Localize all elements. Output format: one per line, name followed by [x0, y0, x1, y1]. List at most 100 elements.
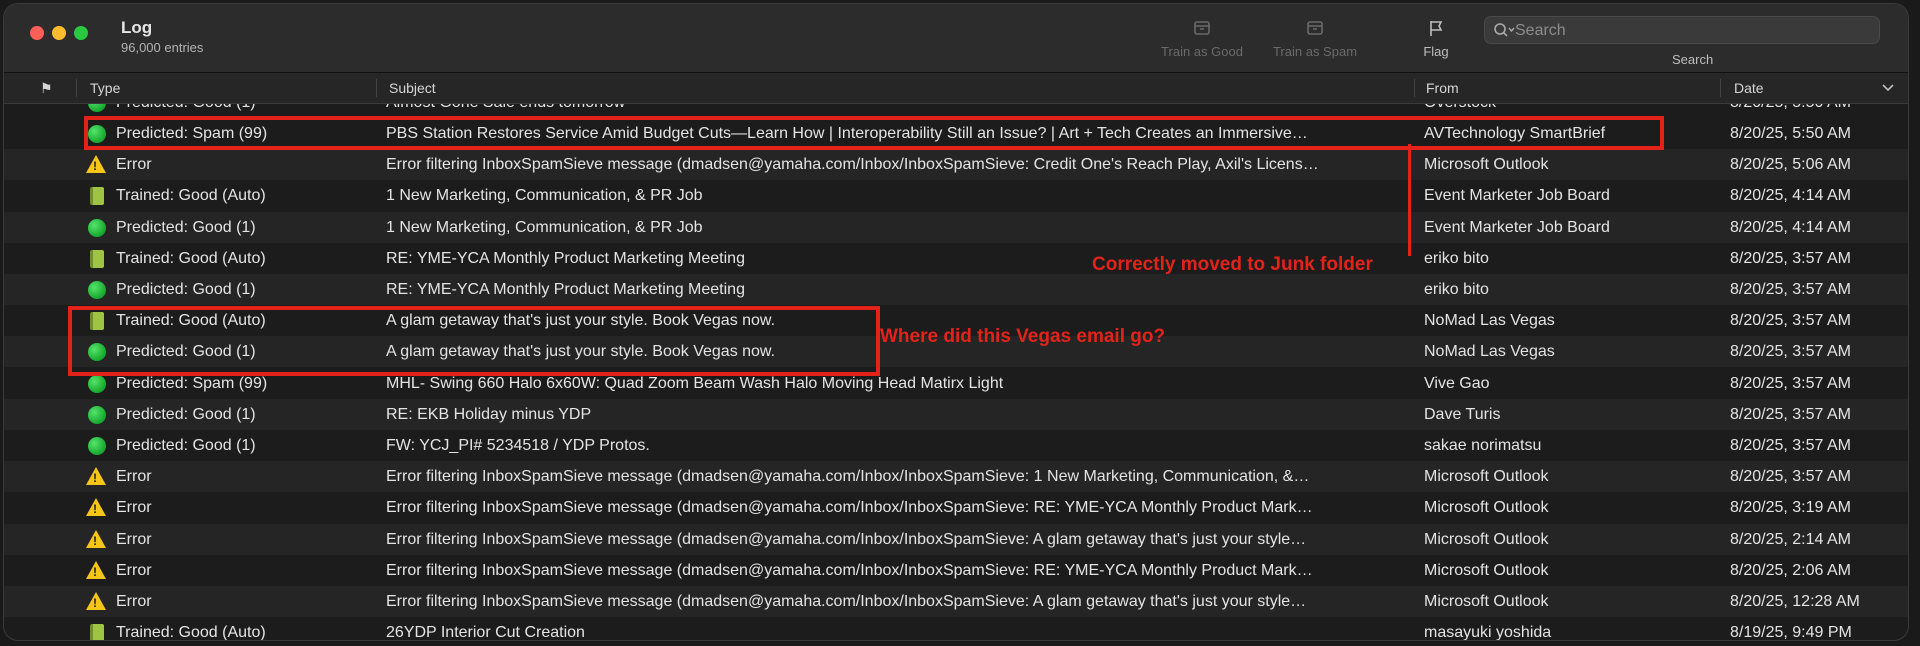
type-cell: Trained: Good (Auto): [116, 312, 266, 330]
column-divider[interactable]: [1414, 79, 1415, 97]
table-row[interactable]: Predicted: Good (1) 1 New Marketing, Comm…: [4, 211, 1908, 243]
type-cell: Error: [116, 156, 152, 174]
type-cell: Error: [116, 593, 152, 610]
subject-cell: Error filtering InboxSpamSieve message (…: [386, 468, 1310, 486]
type-cell: Error: [116, 468, 152, 486]
subject-cell: RE: YME-YCA Monthly Product Marketing Me…: [386, 281, 745, 298]
subject-cell: FW: YCJ_PI# 5234518 / YDP Protos.: [386, 437, 650, 454]
type-cell: Predicted: Good (1): [116, 405, 256, 423]
toolbar: Log 96,000 entries Train as Good Train a…: [4, 4, 1908, 73]
date-cell: 8/20/25, 2:06 AM: [1730, 561, 1851, 579]
from-cell: sakae norimatsu: [1424, 437, 1542, 454]
warning-icon: [86, 155, 106, 174]
train-good-button[interactable]: Train as Good: [1152, 18, 1252, 59]
subject-column-header[interactable]: Subject: [389, 73, 436, 103]
date-cell: 8/20/25, 5:50 AM: [1730, 104, 1900, 118]
column-divider[interactable]: [76, 79, 77, 97]
from-cell: Microsoft Outlook: [1424, 593, 1549, 610]
table-row[interactable]: Predicted: Good (1) RE: EKB Holiday minus…: [4, 398, 1908, 430]
subject-cell: RE: EKB Holiday minus YDP: [386, 405, 592, 423]
warning-icon: [86, 467, 106, 486]
close-button[interactable]: [30, 26, 44, 40]
log-table: Predicted: Good (1) Almost Gone Sale end…: [4, 104, 1908, 640]
date-column-header[interactable]: Date: [1734, 73, 1764, 103]
warning-icon: [86, 498, 106, 517]
train-spam-label: Train as Spam: [1272, 44, 1358, 59]
table-row[interactable]: Predicted: Good (1) RE: YME-YCA Monthly P…: [4, 274, 1908, 305]
date-cell: 8/20/25, 3:57 AM: [1730, 374, 1851, 392]
date-cell: 8/20/25, 4:14 AM: [1730, 218, 1851, 236]
type-cell: Trained: Good (Auto): [116, 624, 266, 640]
good-icon: [88, 104, 106, 112]
date-cell: 8/20/25, 3:57 AM: [1730, 281, 1851, 298]
table-row[interactable]: Error Error filtering InboxSpamSieve mess…: [4, 586, 1908, 617]
table-row[interactable]: Predicted: Spam (99) MHL- Swing 660 Halo …: [4, 368, 1908, 399]
zoom-button[interactable]: [74, 26, 88, 40]
from-column-header[interactable]: From: [1426, 73, 1459, 103]
from-cell: Microsoft Outlook: [1424, 468, 1549, 486]
subject-cell: MHL- Swing 660 Halo 6x60W: Quad Zoom Bea…: [386, 374, 1004, 392]
date-cell: 8/20/25, 3:57 AM: [1730, 405, 1851, 423]
spam-icon: [88, 125, 106, 143]
date-cell: 8/20/25, 3:57 AM: [1730, 312, 1851, 330]
from-cell: Microsoft Outlook: [1424, 156, 1549, 174]
subject-cell: Error filtering InboxSpamSieve message (…: [386, 561, 1313, 579]
warning-icon: [86, 592, 106, 610]
date-cell: 8/20/25, 2:14 AM: [1730, 530, 1851, 548]
table-row[interactable]: Predicted: Spam (99) PBS Station Restores…: [4, 118, 1908, 149]
table-row[interactable]: Trained: Good (Auto) 1 New Marketing, Com…: [4, 180, 1908, 211]
type-cell: Error: [116, 530, 152, 548]
train-spam-button[interactable]: Train as Spam: [1265, 18, 1365, 59]
date-cell: 8/20/25, 5:50 AM: [1730, 125, 1851, 142]
table-row[interactable]: Error Error filtering InboxSpamSieve mess…: [4, 461, 1908, 493]
search-input[interactable]: [1513, 17, 1867, 45]
table-row[interactable]: Trained: Good (Auto) 26YDP Interior Cut C…: [4, 617, 1908, 640]
type-column-header[interactable]: Type: [90, 73, 120, 103]
type-cell: Predicted: Good (1): [116, 437, 256, 454]
good-icon: [88, 281, 106, 299]
date-cell: 8/20/25, 12:28 AM: [1730, 593, 1860, 610]
subject-cell: Error filtering InboxSpamSieve message (…: [386, 530, 1307, 548]
column-divider[interactable]: [376, 79, 377, 97]
table-row[interactable]: Error Error filtering InboxSpamSieve mess…: [4, 149, 1908, 181]
table-row[interactable]: Error Error filtering InboxSpamSieve mess…: [4, 523, 1908, 555]
type-cell: Predicted: Good (1): [116, 218, 256, 236]
entry-count: 96,000 entries: [121, 40, 204, 55]
table-row[interactable]: Predicted: Good (1) FW: YCJ_PI# 5234518 /…: [4, 430, 1908, 461]
good-icon: [88, 343, 106, 362]
subject-cell: 1 New Marketing, Communication, & PR Job: [386, 218, 703, 236]
type-cell: Error: [116, 561, 152, 579]
flag-column-header[interactable]: ⚑: [40, 73, 53, 103]
good-icon: [88, 405, 106, 424]
subject-cell: 26YDP Interior Cut Creation: [386, 624, 585, 640]
table-row[interactable]: Error Error filtering InboxSpamSieve mess…: [4, 492, 1908, 523]
table-row[interactable]: Error Error filtering InboxSpamSieve mess…: [4, 555, 1908, 586]
from-cell: Microsoft Outlook: [1424, 499, 1549, 517]
subject-cell: PBS Station Restores Service Amid Budget…: [386, 125, 1308, 142]
table-row[interactable]: Trained: Good (Auto) RE: YME-YCA Monthly …: [4, 243, 1908, 274]
date-cell: 8/20/25, 3:19 AM: [1730, 499, 1851, 517]
tray-icon: [1194, 21, 1210, 35]
type-cell: Predicted: Spam (99): [116, 125, 268, 142]
column-header: ⚑ Type Subject From Date: [4, 73, 1908, 104]
date-cell: 8/20/25, 3:57 AM: [1730, 468, 1851, 486]
column-divider[interactable]: [1720, 79, 1721, 97]
flag-button[interactable]: Flag: [1408, 18, 1464, 59]
from-cell: Overstock: [1424, 104, 1724, 118]
chevron-down-icon[interactable]: [1882, 84, 1894, 92]
spam-icon: [88, 374, 106, 393]
type-cell: Trained: Good (Auto): [116, 249, 266, 267]
search-field[interactable]: [1484, 16, 1880, 45]
date-cell: 8/20/25, 4:14 AM: [1730, 187, 1851, 205]
minimize-button[interactable]: [52, 26, 66, 40]
junk-annotation: Correctly moved to Junk folder: [1092, 254, 1373, 275]
from-cell: AVTechnology SmartBrief: [1424, 125, 1606, 142]
from-cell: Dave Turis: [1424, 405, 1501, 423]
subject-cell: Error filtering InboxSpamSieve message (…: [386, 156, 1319, 174]
type-cell: Predicted: Good (1): [116, 281, 256, 298]
log-window: Log 96,000 entries Train as Good Train a…: [4, 4, 1908, 640]
type-cell: Trained: Good (Auto): [116, 187, 266, 205]
table-row-partial[interactable]: Predicted: Good (1) Almost Gone Sale end…: [4, 104, 1908, 118]
from-cell: eriko bito: [1424, 281, 1489, 298]
trained-icon: [90, 187, 104, 206]
